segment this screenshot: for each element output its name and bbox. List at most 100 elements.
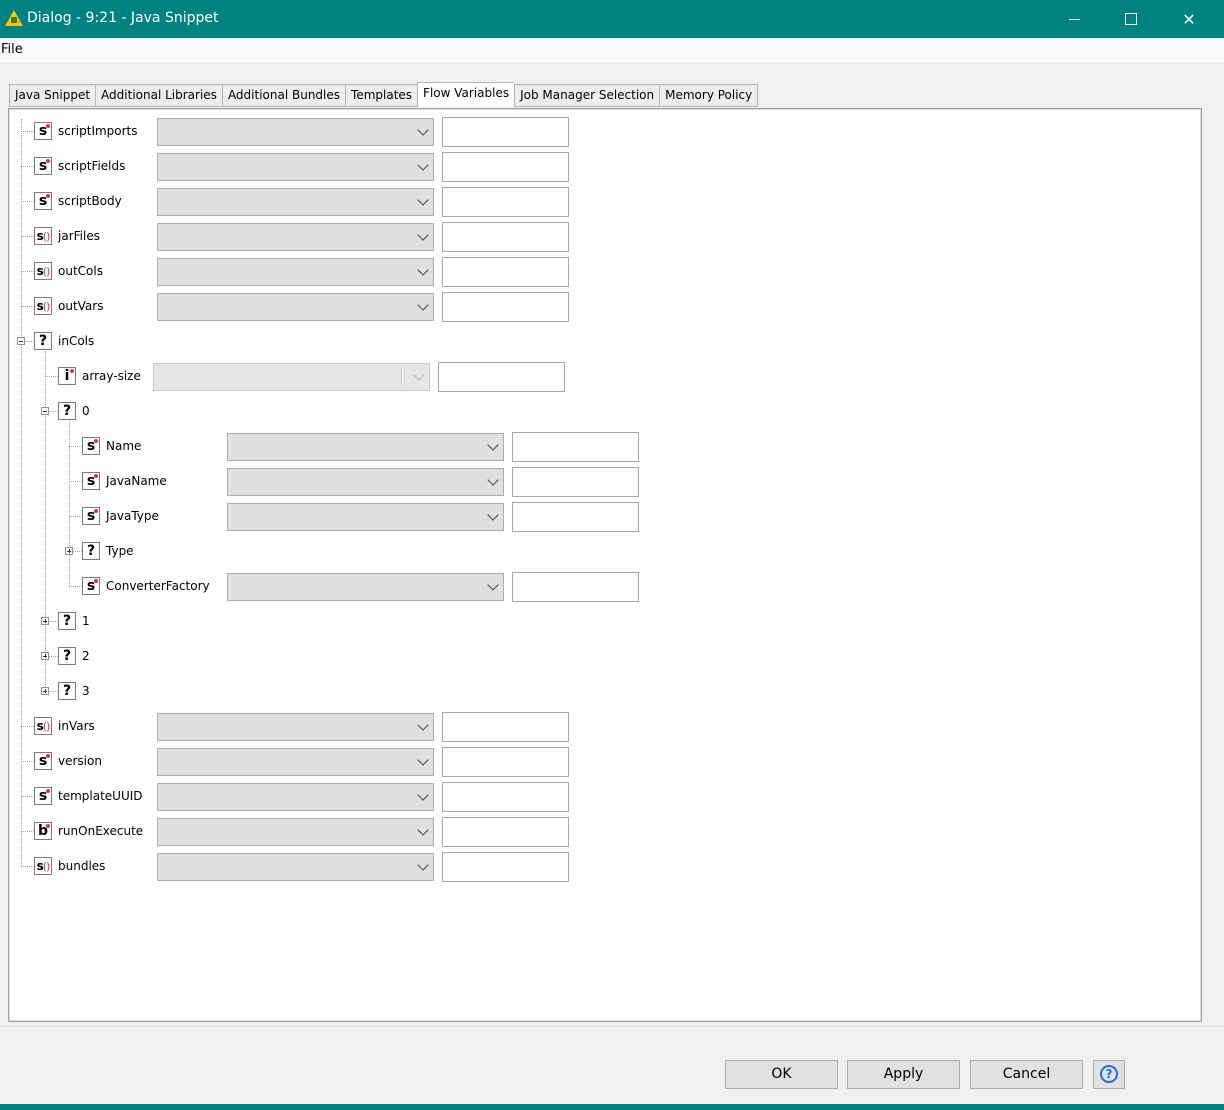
apply-button[interactable]: Apply [847,1060,960,1089]
expand-node-icon[interactable] [41,617,49,625]
ok-button[interactable]: OK [725,1060,838,1089]
tree-node-label: inCols [58,334,95,348]
tree-connector [45,376,58,377]
chevron-down-icon [413,369,425,381]
variable-select[interactable] [157,713,434,741]
cancel-button[interactable]: Cancel [970,1060,1083,1089]
tree-row: ? 3 [9,677,1201,707]
unknown-type-icon: ? [82,542,100,560]
variable-name-field[interactable] [442,817,569,847]
tree-node-label: 2 [82,649,90,663]
variable-name-field[interactable] [512,432,639,462]
variable-name-field[interactable] [442,292,569,322]
collapse-node-icon[interactable] [17,337,25,345]
close-icon: ✕ [1182,9,1196,29]
variable-name-field[interactable] [442,712,569,742]
tree-node-label: 3 [82,684,90,698]
tree-row: s ConverterFactory [9,572,1201,602]
tab-memory-policy[interactable]: Memory Policy [659,84,759,107]
tab-flow-variables[interactable]: Flow Variables [417,82,515,107]
string-icon: s [82,507,100,525]
variable-select[interactable] [227,503,504,531]
tree-row: s() outCols [9,257,1201,287]
flow-variables-tree: s scriptImports s scriptFields s scriptBody s(… [9,109,1201,1021]
variable-select[interactable] [157,853,434,881]
variable-name-field[interactable] [512,572,639,602]
tree-row: s Name [9,432,1201,462]
chevron-down-icon [417,264,429,276]
knime-app-icon [5,10,23,26]
chevron-down-icon [417,229,429,241]
string-icon: s [34,157,52,175]
tree-connector [21,831,34,832]
tree-row: s version [9,747,1201,777]
minimize-button[interactable] [1046,0,1102,38]
variable-name-field[interactable] [442,187,569,217]
menu-file[interactable]: File [1,42,23,57]
maximize-button[interactable] [1103,0,1159,38]
variable-select[interactable] [157,223,434,251]
expand-node-icon[interactable] [41,652,49,660]
variable-name-field[interactable] [442,117,569,147]
variable-select[interactable] [157,118,434,146]
variable-name-field[interactable] [442,782,569,812]
variable-select[interactable] [157,818,434,846]
maximize-icon [1125,13,1137,25]
variable-select[interactable] [157,153,434,181]
expand-node-icon[interactable] [41,687,49,695]
variable-select[interactable] [157,783,434,811]
tab-java-snippet[interactable]: Java Snippet [9,84,96,107]
variable-name-field[interactable] [512,502,639,532]
tree-node-label: JavaType [106,509,159,523]
variable-name-field[interactable] [442,152,569,182]
unknown-type-icon: ? [58,612,76,630]
expand-node-icon[interactable] [65,547,73,555]
variable-select[interactable] [227,433,504,461]
string-array-icon: s() [34,297,52,315]
tree-node-label: scriptBody [58,194,122,208]
tree-connector [69,586,82,587]
tree-node-label: ConverterFactory [106,579,210,593]
close-button[interactable]: ✕ [1161,0,1217,38]
tree-node-label: array-size [82,369,141,383]
variable-name-field[interactable] [442,852,569,882]
tree-connector [21,236,34,237]
tree-connector [21,201,34,202]
variable-select[interactable] [157,293,434,321]
variable-select[interactable] [227,573,504,601]
tree-connector [69,446,82,447]
tree-row: s() outVars [9,292,1201,322]
chevron-down-icon [417,194,429,206]
variable-name-field[interactable] [442,222,569,252]
tree-row: ? 0 [9,397,1201,427]
variable-name-field[interactable] [438,362,565,392]
variable-select[interactable] [157,748,434,776]
string-icon: s [34,122,52,140]
variable-select[interactable] [227,468,504,496]
tab-job-manager-selection[interactable]: Job Manager Selection [514,84,660,107]
variable-select[interactable] [157,258,434,286]
tree-connector [21,866,34,867]
tab-bar: Java Snippet Additional Libraries Additi… [9,82,759,107]
tab-additional-bundles[interactable]: Additional Bundles [221,84,346,107]
tab-templates[interactable]: Templates [345,84,418,107]
tree-node-label: 0 [82,404,90,418]
tree-node-label: Type [106,544,134,558]
tree-row: s scriptFields [9,152,1201,182]
variable-name-field[interactable] [442,747,569,777]
variable-name-field[interactable] [512,467,639,497]
string-array-icon: s() [34,227,52,245]
unknown-type-icon: ? [58,402,76,420]
tree-row: b runOnExecute [9,817,1201,847]
tree-node-label: jarFiles [58,229,100,243]
tree-node-label: scriptImports [58,124,138,138]
string-icon: s [82,577,100,595]
tab-additional-libraries[interactable]: Additional Libraries [95,84,222,107]
chevron-down-icon [417,789,429,801]
variable-select[interactable] [157,188,434,216]
help-button[interactable]: ? [1093,1060,1125,1089]
collapse-node-icon[interactable] [41,407,49,415]
tree-node-label: version [58,754,102,768]
string-icon: s [82,437,100,455]
variable-name-field[interactable] [442,257,569,287]
